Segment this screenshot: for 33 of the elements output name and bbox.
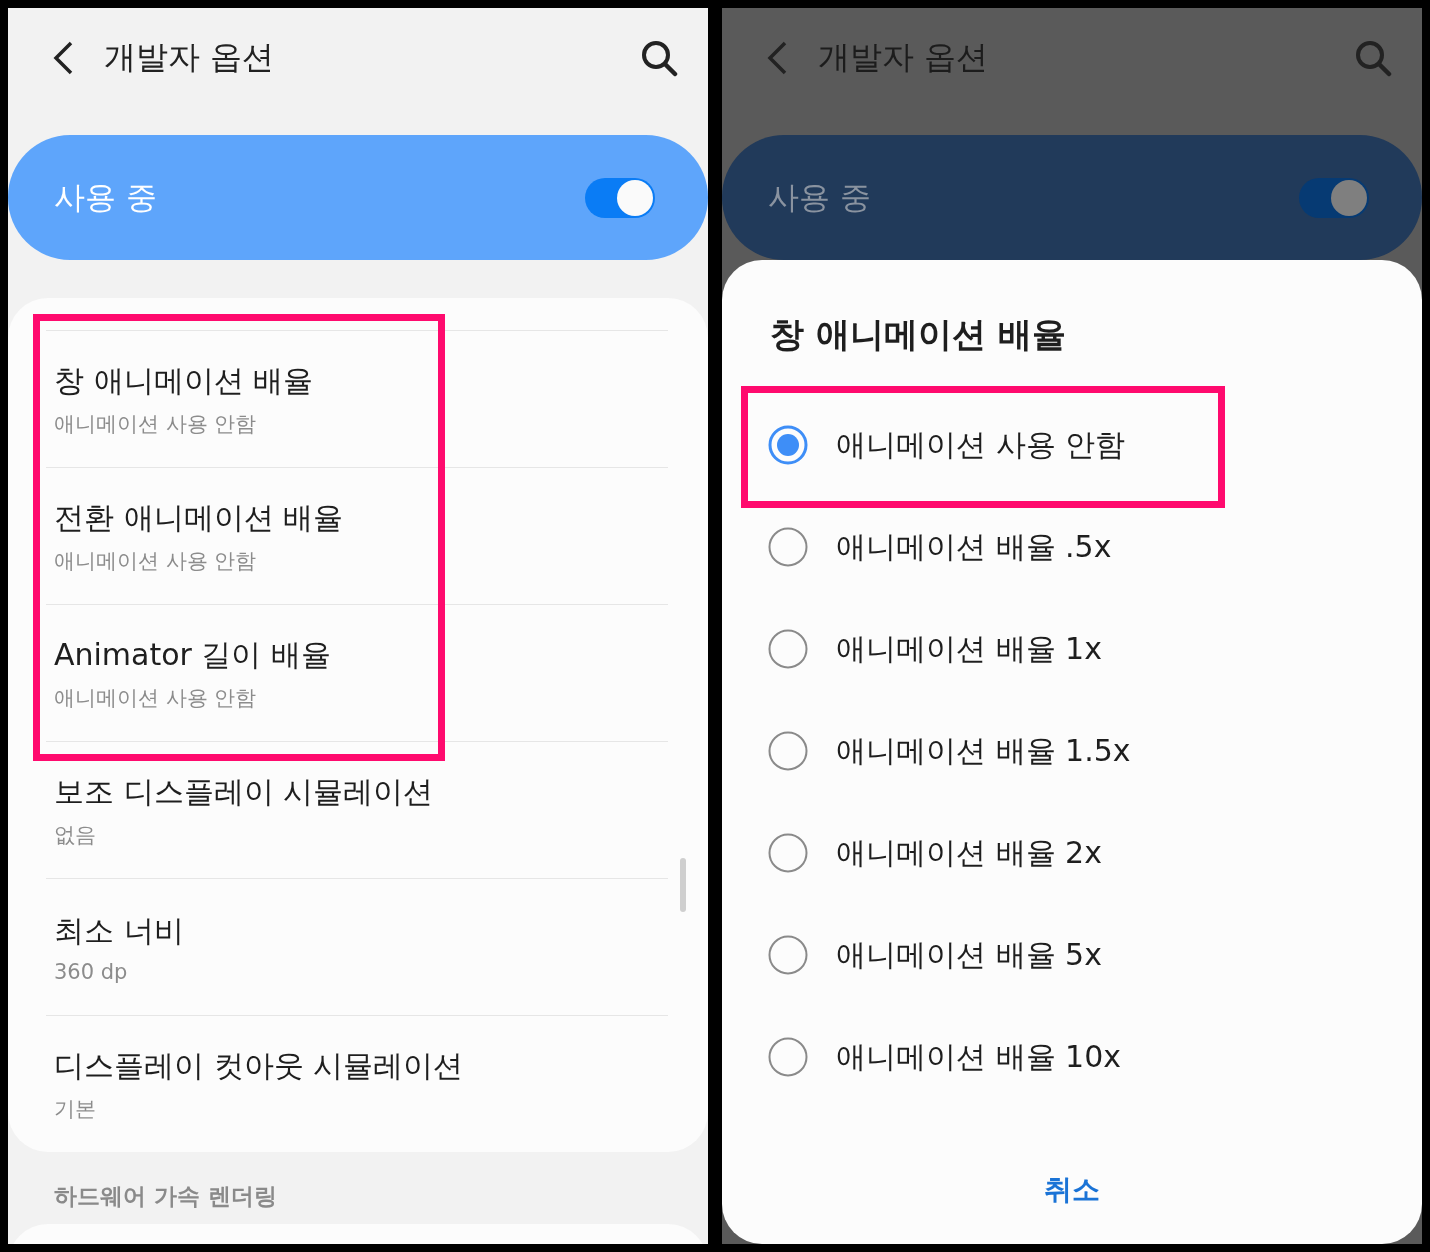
radio-button[interactable] <box>768 1037 808 1077</box>
screen-title: 개발자 옵션 <box>104 37 276 78</box>
radio-button[interactable] <box>768 833 808 873</box>
option-label[interactable]: 애니메이션 배율 1.5x <box>836 730 1131 772</box>
scrollbar <box>680 858 686 912</box>
section-header: 하드웨어 가속 렌더링 <box>54 1181 278 1211</box>
option-label[interactable]: 애니메이션 배율 2x <box>836 832 1102 874</box>
option-label[interactable]: 애니메이션 배율 .5x <box>836 526 1112 568</box>
toggle-switch[interactable] <box>1299 177 1369 218</box>
option-label[interactable]: 애니메이션 배율 1x <box>836 628 1102 670</box>
cancel-button[interactable]: 취소 <box>1038 1170 1106 1210</box>
radio-button[interactable] <box>768 935 808 975</box>
radio-button[interactable] <box>768 731 808 771</box>
settings-item[interactable]: 창 애니메이션 배율 애니메이션 사용 안함 <box>46 330 668 467</box>
settings-item[interactable]: 보조 디스플레이 시뮬레이션 없음 <box>46 741 668 878</box>
radio-button[interactable] <box>768 629 808 669</box>
settings-item[interactable]: Animator 길이 배율 애니메이션 사용 안함 <box>46 604 668 741</box>
search-icon[interactable] <box>640 39 678 77</box>
switch-label: 사용 중 <box>768 177 872 217</box>
settings-item[interactable]: 디스플레이 컷아웃 시뮬레이션 기본 <box>46 1015 668 1152</box>
settings-item[interactable]: 전환 애니메이션 배율 애니메이션 사용 안함 <box>46 467 668 604</box>
radio-button[interactable] <box>768 425 808 465</box>
dialog-title: 창 애니메이션 배율 <box>770 315 1067 355</box>
back-icon[interactable] <box>52 40 74 76</box>
option-label[interactable]: 애니메이션 배율 5x <box>836 934 1102 976</box>
radio-button[interactable] <box>768 527 808 567</box>
option-label[interactable]: 애니메이션 사용 안함 <box>836 424 1126 466</box>
option-label[interactable]: 애니메이션 배율 10x <box>836 1036 1121 1078</box>
toggle-switch[interactable] <box>585 177 655 218</box>
settings-item[interactable]: 최소 너비 360 dp <box>46 878 668 1015</box>
master-switch-bar[interactable]: 사용 중 <box>722 135 1422 260</box>
screen-title: 개발자 옵션 <box>818 37 990 78</box>
switch-label: 사용 중 <box>54 177 158 217</box>
